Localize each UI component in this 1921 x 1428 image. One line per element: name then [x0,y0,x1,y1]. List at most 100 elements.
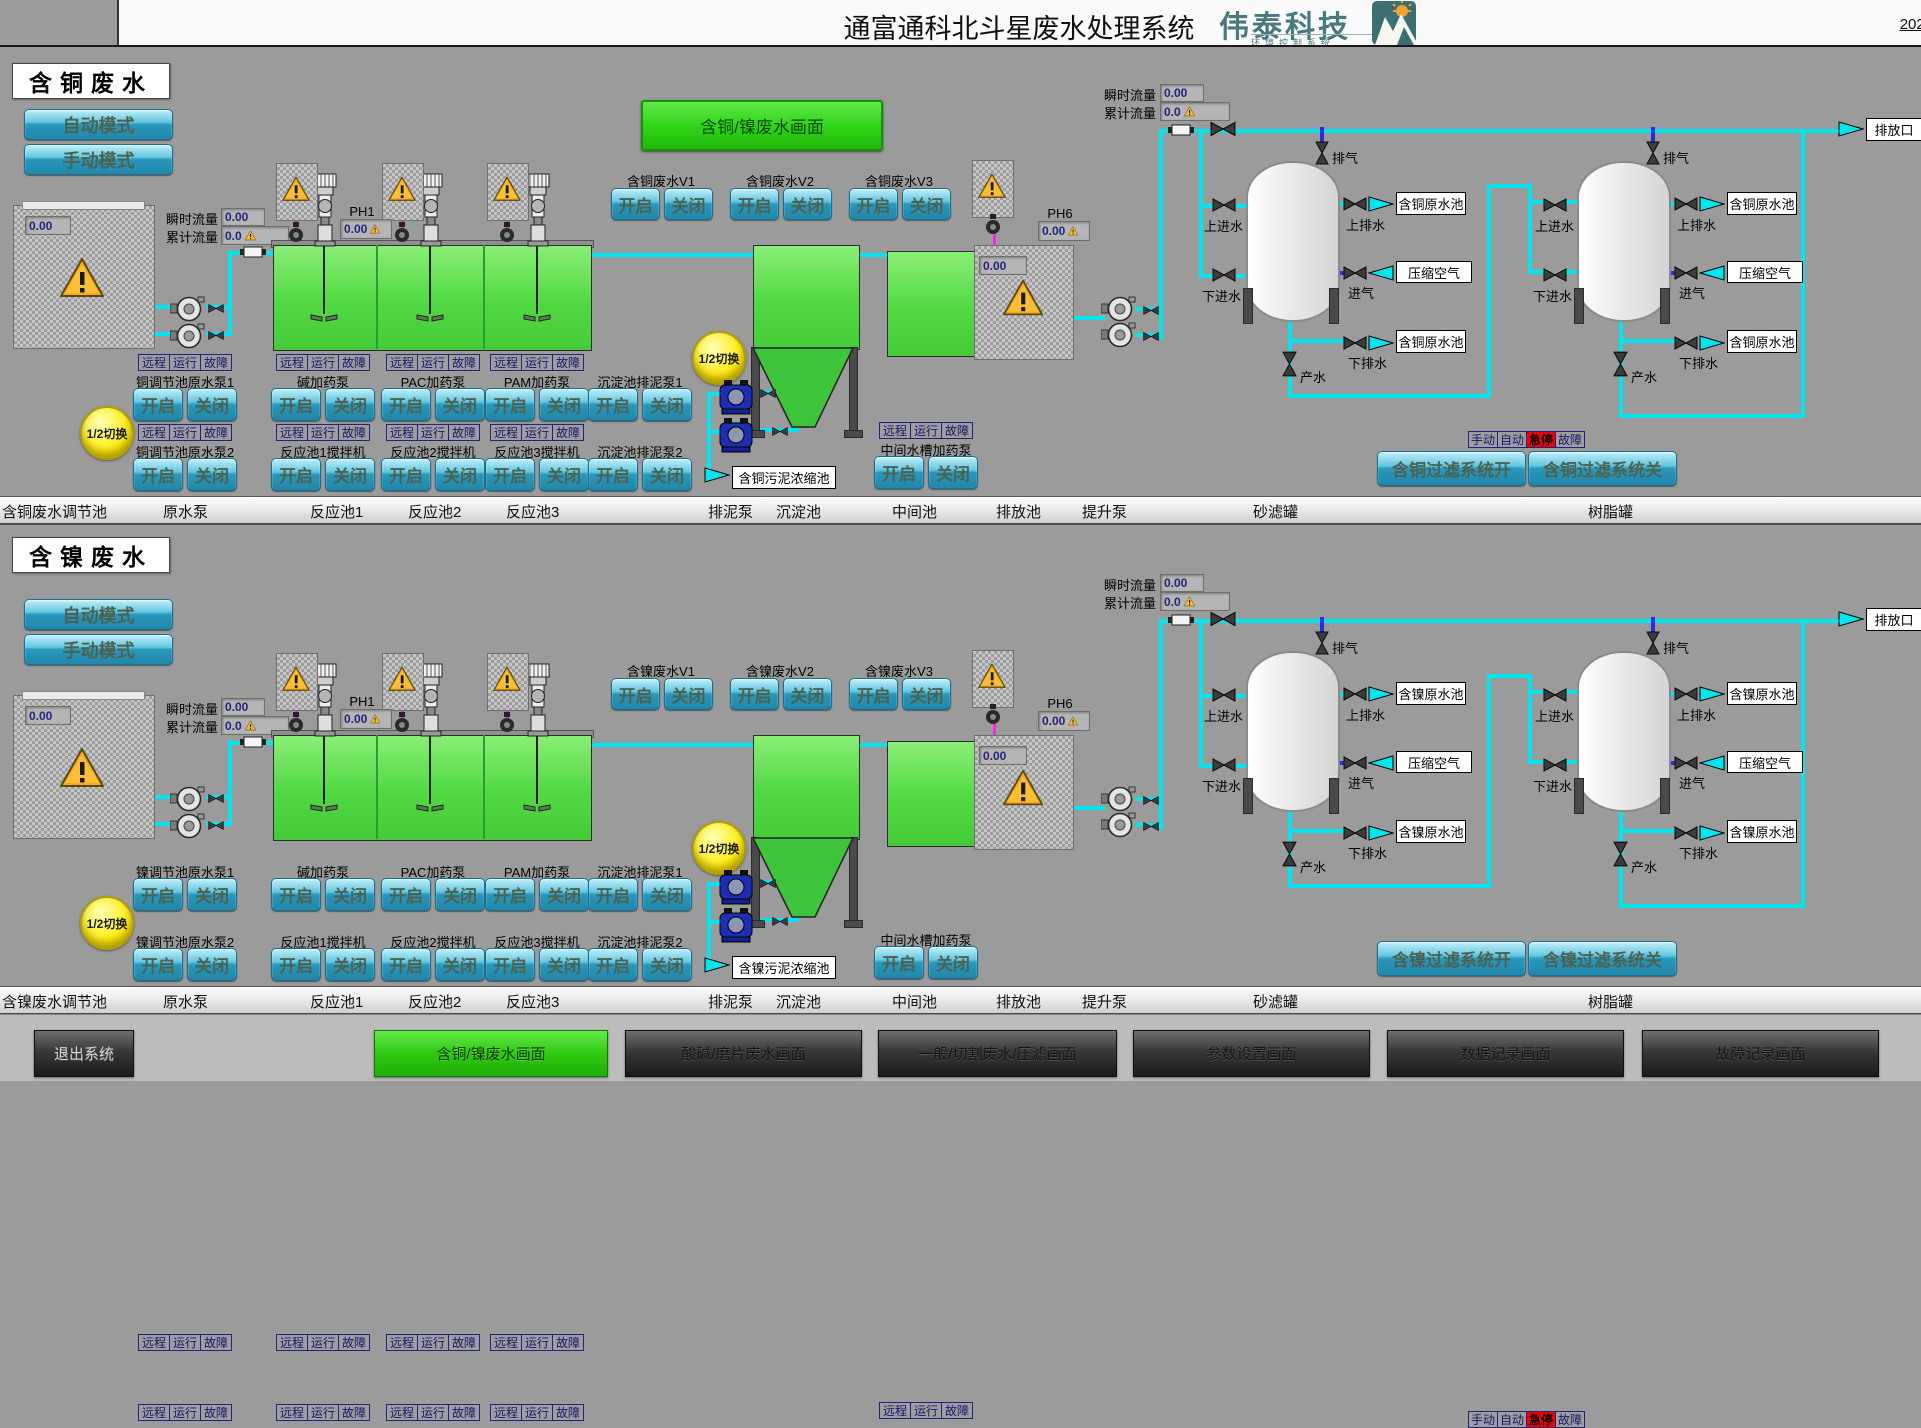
status-cell: 运行 [169,1334,201,1351]
pump-open-button[interactable]: 开启 [485,948,535,981]
pump-close-button[interactable]: 关闭 [325,878,375,911]
valve-close-button[interactable]: 关闭 [783,678,832,710]
pump-open-button[interactable]: 开启 [133,948,183,981]
filter-close-button[interactable]: 含镍过滤系统关 [1528,941,1677,976]
nav-button-3[interactable]: 一般/切割废水/压滤画面 [878,1030,1117,1077]
switch-1-2-button[interactable]: 1/2切换 [692,821,746,875]
pump-close-button[interactable]: 关闭 [435,878,485,911]
status-cell: 运行 [521,1404,553,1421]
valve-close-button[interactable]: 关闭 [664,678,713,710]
status-cell: 手动 [1468,1411,1498,1428]
arrow-icon [1368,754,1394,772]
ph1-label: PH1 [340,694,384,708]
process-stage-label: 沉淀池 [776,991,821,1012]
product-valve-icon[interactable] [1282,841,1297,867]
pipe [228,740,232,826]
pump-group-label: PAC加药泵 [373,862,493,877]
nav-button-1[interactable]: 含铜/镍废水画面 [374,1030,608,1077]
pump-icon [170,784,206,812]
inst-flow-value: 0.00 [221,698,265,716]
sludge-tank-tag: 含镍污泥浓缩池 [732,956,836,979]
process-stage-label: 原水泵 [163,991,208,1012]
valve-icon[interactable] [1343,756,1367,770]
nav-button-5[interactable]: 数据记录画面 [1387,1030,1624,1077]
manual-mode-button[interactable]: 手动模式 [24,634,173,665]
valve-icon[interactable] [1674,756,1698,770]
nav-button-0[interactable]: 退出系统 [34,1030,134,1077]
valve-open-button[interactable]: 开启 [730,678,779,710]
status-cell: 故障 [448,1404,480,1421]
process-stage-label: 反应池3 [506,991,559,1012]
pump-open-button[interactable]: 开启 [874,946,924,979]
nav-button-4[interactable]: 参数设置画面 [1133,1030,1370,1077]
filter-open-button[interactable]: 含镍过滤系统开 [1377,941,1526,976]
process-stage-label: 中间池 [892,991,937,1012]
tank-leg [1329,778,1339,814]
raw-water-tag: 含镍原水池 [1727,820,1797,843]
vent-valve-icon [1315,631,1329,655]
process-stage-label: 树脂罐 [1588,991,1633,1012]
pump-group-label: 镍调节池原水泵2 [125,932,245,947]
valve-icon[interactable] [1212,758,1236,772]
pump-close-button[interactable]: 关闭 [928,946,978,979]
pump-group-label: 碱加药泵 [263,862,383,877]
nav-button-2[interactable]: 酸碱/磨片废水画面 [625,1030,862,1077]
status-cell: 自动 [1497,1411,1527,1428]
valve-icon [208,818,224,829]
valve-icon[interactable] [1343,826,1367,840]
flowmeter-icon [1168,613,1194,625]
mixer-shaft [323,736,325,804]
ph6-label: PH6 [1038,696,1082,710]
pump-open-button[interactable]: 开启 [133,878,183,911]
pump-open-button[interactable]: 开启 [381,948,431,981]
pump-close-button[interactable]: 关闭 [539,948,589,981]
nav-button-6[interactable]: 故障记录画面 [1642,1030,1879,1077]
dosing-pump-icon [394,712,410,734]
pump-close-button[interactable]: 关闭 [325,948,375,981]
warning-icon [387,665,417,693]
valve-open-button[interactable]: 开启 [611,678,660,710]
pump-close-button[interactable]: 关闭 [435,948,485,981]
valve-icon[interactable] [1674,826,1698,840]
valve-open-button[interactable]: 开启 [849,678,898,710]
valve-icon[interactable] [1543,758,1567,772]
discharge-level-value: 0.00 [979,746,1027,765]
status-cell: 运行 [417,1334,449,1351]
valve-close-button[interactable]: 关闭 [902,678,951,710]
pump-open-button[interactable]: 开启 [271,878,321,911]
dosing-pump-icon [985,704,1001,726]
pipe [1487,674,1532,678]
product-valve-icon[interactable] [1613,841,1628,867]
status-cell: 远程 [138,1334,170,1351]
pump-open-button[interactable]: 开启 [381,878,431,911]
pump-open-button[interactable]: 开启 [485,878,535,911]
process-stage-label: 排放池 [996,991,1041,1012]
pump-status: 远程运行故障 [491,1334,584,1351]
valve-icon[interactable] [1674,687,1698,701]
status-cell: 远程 [276,1404,308,1421]
warning-icon [492,665,522,693]
inst-flow-label: 瞬时流量 [1104,575,1158,589]
mixer-propeller-icon [310,800,338,810]
pipe [1290,884,1489,888]
pump-open-button[interactable]: 开启 [588,948,638,981]
valve-icon [760,876,776,887]
status-cell: 故障 [448,1334,480,1351]
lower-in-label: 下进水 [1202,776,1250,790]
pump-close-button[interactable]: 关闭 [187,948,237,981]
valve-icon[interactable] [1212,688,1236,702]
arrow-icon [704,956,730,974]
diaphragm-pump-icon [719,869,753,905]
auto-mode-button[interactable]: 自动模式 [24,599,173,630]
valve-icon[interactable] [1343,687,1367,701]
pump-close-button[interactable]: 关闭 [642,948,692,981]
sediment-foot [844,920,863,928]
pipe [1487,674,1491,888]
pump-open-button[interactable]: 开启 [588,878,638,911]
pump-close-button[interactable]: 关闭 [187,878,237,911]
diaphragm-pump-icon [719,907,753,943]
pump-open-button[interactable]: 开启 [271,948,321,981]
pump-close-button[interactable]: 关闭 [642,878,692,911]
valve-icon[interactable] [1543,688,1567,702]
pump-close-button[interactable]: 关闭 [539,878,589,911]
